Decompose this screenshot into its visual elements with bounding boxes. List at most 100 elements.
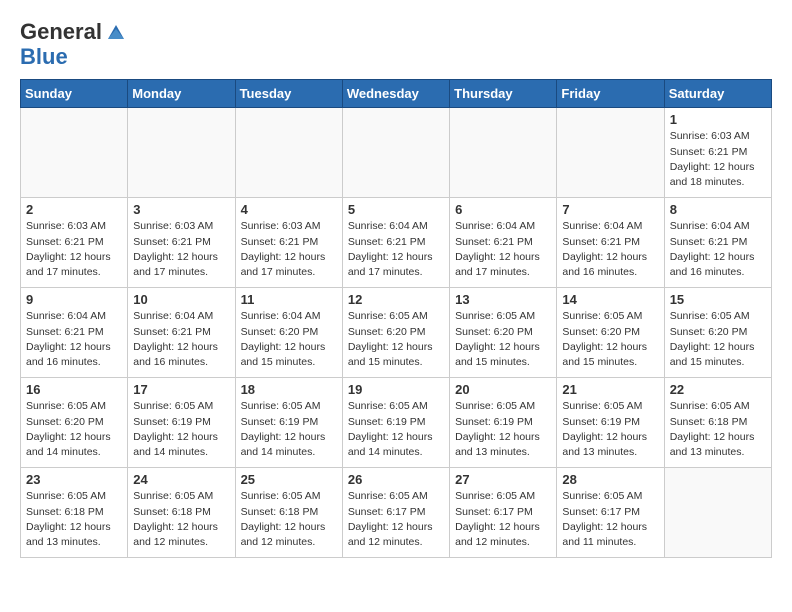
calendar-cell: 14 Sunrise: 6:05 AM Sunset: 6:20 PM Dayli… xyxy=(557,288,664,378)
logo-blue: Blue xyxy=(20,44,68,69)
day-info: Sunrise: 6:05 AM Sunset: 6:19 PM Dayligh… xyxy=(562,399,658,460)
day-number: 21 xyxy=(562,382,658,397)
calendar-cell xyxy=(664,468,771,558)
day-info: Sunrise: 6:05 AM Sunset: 6:17 PM Dayligh… xyxy=(455,489,551,550)
calendar-cell: 1 Sunrise: 6:03 AM Sunset: 6:21 PM Daylig… xyxy=(664,108,771,198)
day-number: 14 xyxy=(562,292,658,307)
calendar-cell: 6 Sunrise: 6:04 AM Sunset: 6:21 PM Daylig… xyxy=(450,198,557,288)
week-row-4: 16 Sunrise: 6:05 AM Sunset: 6:20 PM Dayli… xyxy=(21,378,772,468)
weekday-header-row: SundayMondayTuesdayWednesdayThursdayFrid… xyxy=(21,80,772,108)
weekday-header-tuesday: Tuesday xyxy=(235,80,342,108)
day-number: 23 xyxy=(26,472,122,487)
day-number: 22 xyxy=(670,382,766,397)
weekday-header-wednesday: Wednesday xyxy=(342,80,449,108)
day-number: 9 xyxy=(26,292,122,307)
calendar-cell: 8 Sunrise: 6:04 AM Sunset: 6:21 PM Daylig… xyxy=(664,198,771,288)
day-number: 18 xyxy=(241,382,337,397)
weekday-header-saturday: Saturday xyxy=(664,80,771,108)
calendar-cell: 19 Sunrise: 6:05 AM Sunset: 6:19 PM Dayli… xyxy=(342,378,449,468)
calendar-table: SundayMondayTuesdayWednesdayThursdayFrid… xyxy=(20,79,772,558)
calendar-cell: 24 Sunrise: 6:05 AM Sunset: 6:18 PM Dayli… xyxy=(128,468,235,558)
calendar-cell xyxy=(21,108,128,198)
day-info: Sunrise: 6:05 AM Sunset: 6:19 PM Dayligh… xyxy=(133,399,229,460)
calendar-cell: 10 Sunrise: 6:04 AM Sunset: 6:21 PM Dayli… xyxy=(128,288,235,378)
day-number: 26 xyxy=(348,472,444,487)
day-info: Sunrise: 6:04 AM Sunset: 6:21 PM Dayligh… xyxy=(670,219,766,280)
day-number: 13 xyxy=(455,292,551,307)
calendar-cell: 12Sunrise: 6:05 AM Sunset: 6:20 PM Dayli… xyxy=(342,288,449,378)
day-number: 5 xyxy=(348,202,444,217)
day-info: Sunrise: 6:05 AM Sunset: 6:19 PM Dayligh… xyxy=(348,399,444,460)
day-number: 20 xyxy=(455,382,551,397)
weekday-header-monday: Monday xyxy=(128,80,235,108)
day-number: 12 xyxy=(348,292,444,307)
day-number: 24 xyxy=(133,472,229,487)
day-number: 3 xyxy=(133,202,229,217)
day-info: Sunrise: 6:05 AM Sunset: 6:19 PM Dayligh… xyxy=(241,399,337,460)
day-number: 4 xyxy=(241,202,337,217)
calendar-cell: 11Sunrise: 6:04 AM Sunset: 6:20 PM Dayli… xyxy=(235,288,342,378)
calendar-cell: 22 Sunrise: 6:05 AM Sunset: 6:18 PM Dayli… xyxy=(664,378,771,468)
calendar-cell: 20 Sunrise: 6:05 AM Sunset: 6:19 PM Dayli… xyxy=(450,378,557,468)
day-info: Sunrise: 6:05 AM Sunset: 6:18 PM Dayligh… xyxy=(26,489,122,550)
day-number: 6 xyxy=(455,202,551,217)
weekday-header-thursday: Thursday xyxy=(450,80,557,108)
week-row-1: 1 Sunrise: 6:03 AM Sunset: 6:21 PM Daylig… xyxy=(21,108,772,198)
calendar-cell xyxy=(557,108,664,198)
calendar-cell: 7Sunrise: 6:04 AM Sunset: 6:21 PM Daylig… xyxy=(557,198,664,288)
day-number: 2 xyxy=(26,202,122,217)
calendar-cell: 23 Sunrise: 6:05 AM Sunset: 6:18 PM Dayli… xyxy=(21,468,128,558)
calendar-cell: 2 Sunrise: 6:03 AM Sunset: 6:21 PM Daylig… xyxy=(21,198,128,288)
day-info: Sunrise: 6:05 AM Sunset: 6:20 PM Dayligh… xyxy=(670,309,766,370)
day-info: Sunrise: 6:04 AM Sunset: 6:21 PM Dayligh… xyxy=(455,219,551,280)
day-info: Sunrise: 6:05 AM Sunset: 6:20 PM Dayligh… xyxy=(455,309,551,370)
calendar-cell: 9 Sunrise: 6:04 AM Sunset: 6:21 PM Daylig… xyxy=(21,288,128,378)
calendar-cell: 4 Sunrise: 6:03 AM Sunset: 6:21 PM Daylig… xyxy=(235,198,342,288)
calendar-cell: 3 Sunrise: 6:03 AM Sunset: 6:21 PM Daylig… xyxy=(128,198,235,288)
calendar-cell: 5 Sunrise: 6:04 AM Sunset: 6:21 PM Daylig… xyxy=(342,198,449,288)
day-info: Sunrise: 6:05 AM Sunset: 6:20 PM Dayligh… xyxy=(26,399,122,460)
day-info: Sunrise: 6:04 AM Sunset: 6:21 PM Dayligh… xyxy=(26,309,122,370)
calendar-cell: 15Sunrise: 6:05 AM Sunset: 6:20 PM Dayli… xyxy=(664,288,771,378)
day-info: Sunrise: 6:05 AM Sunset: 6:20 PM Dayligh… xyxy=(562,309,658,370)
day-number: 19 xyxy=(348,382,444,397)
day-number: 1 xyxy=(670,112,766,127)
weekday-header-sunday: Sunday xyxy=(21,80,128,108)
calendar-cell: 26 Sunrise: 6:05 AM Sunset: 6:17 PM Dayli… xyxy=(342,468,449,558)
calendar-cell: 17 Sunrise: 6:05 AM Sunset: 6:19 PM Dayli… xyxy=(128,378,235,468)
day-number: 11 xyxy=(241,292,337,307)
week-row-5: 23 Sunrise: 6:05 AM Sunset: 6:18 PM Dayli… xyxy=(21,468,772,558)
page-header: General Blue xyxy=(20,20,772,69)
day-number: 7 xyxy=(562,202,658,217)
calendar-cell xyxy=(235,108,342,198)
day-number: 16 xyxy=(26,382,122,397)
day-info: Sunrise: 6:05 AM Sunset: 6:17 PM Dayligh… xyxy=(348,489,444,550)
day-info: Sunrise: 6:04 AM Sunset: 6:21 PM Dayligh… xyxy=(133,309,229,370)
calendar-cell: 18 Sunrise: 6:05 AM Sunset: 6:19 PM Dayli… xyxy=(235,378,342,468)
day-info: Sunrise: 6:03 AM Sunset: 6:21 PM Dayligh… xyxy=(670,129,766,190)
calendar-cell: 27Sunrise: 6:05 AM Sunset: 6:17 PM Dayli… xyxy=(450,468,557,558)
day-number: 10 xyxy=(133,292,229,307)
day-info: Sunrise: 6:05 AM Sunset: 6:19 PM Dayligh… xyxy=(455,399,551,460)
week-row-3: 9 Sunrise: 6:04 AM Sunset: 6:21 PM Daylig… xyxy=(21,288,772,378)
day-info: Sunrise: 6:03 AM Sunset: 6:21 PM Dayligh… xyxy=(26,219,122,280)
day-info: Sunrise: 6:04 AM Sunset: 6:21 PM Dayligh… xyxy=(348,219,444,280)
calendar-cell: 28 Sunrise: 6:05 AM Sunset: 6:17 PM Dayli… xyxy=(557,468,664,558)
calendar-cell: 25 Sunrise: 6:05 AM Sunset: 6:18 PM Dayli… xyxy=(235,468,342,558)
day-info: Sunrise: 6:05 AM Sunset: 6:18 PM Dayligh… xyxy=(670,399,766,460)
logo: General Blue xyxy=(20,20,128,69)
day-info: Sunrise: 6:03 AM Sunset: 6:21 PM Dayligh… xyxy=(241,219,337,280)
day-info: Sunrise: 6:05 AM Sunset: 6:17 PM Dayligh… xyxy=(562,489,658,550)
day-number: 8 xyxy=(670,202,766,217)
week-row-2: 2 Sunrise: 6:03 AM Sunset: 6:21 PM Daylig… xyxy=(21,198,772,288)
day-number: 17 xyxy=(133,382,229,397)
calendar-cell: 16 Sunrise: 6:05 AM Sunset: 6:20 PM Dayli… xyxy=(21,378,128,468)
day-info: Sunrise: 6:05 AM Sunset: 6:18 PM Dayligh… xyxy=(133,489,229,550)
day-info: Sunrise: 6:05 AM Sunset: 6:18 PM Dayligh… xyxy=(241,489,337,550)
calendar-cell xyxy=(450,108,557,198)
day-number: 25 xyxy=(241,472,337,487)
day-number: 28 xyxy=(562,472,658,487)
calendar-cell: 21 Sunrise: 6:05 AM Sunset: 6:19 PM Dayli… xyxy=(557,378,664,468)
calendar-cell xyxy=(128,108,235,198)
day-info: Sunrise: 6:03 AM Sunset: 6:21 PM Dayligh… xyxy=(133,219,229,280)
